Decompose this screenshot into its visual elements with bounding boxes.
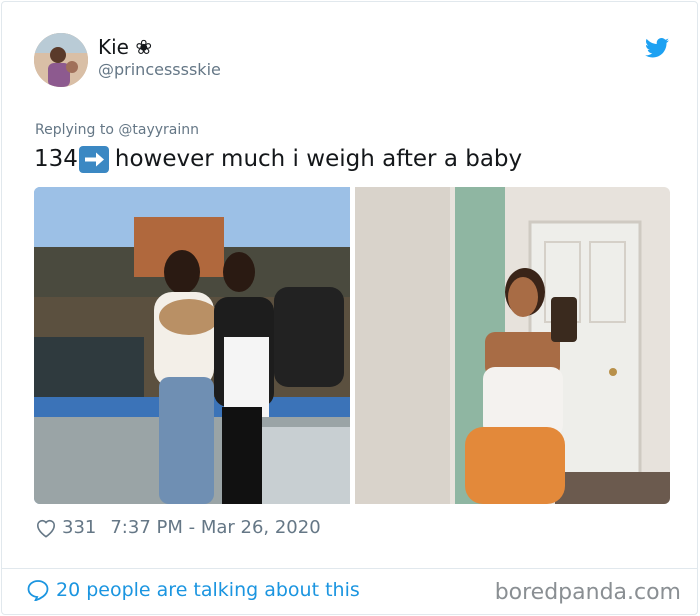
right-arrow-emoji bbox=[78, 146, 109, 173]
speech-bubble-icon bbox=[27, 580, 49, 601]
tweet-text-number: 134 bbox=[34, 145, 78, 172]
timestamp[interactable]: 7:37 PM - Mar 26, 2020 bbox=[110, 517, 320, 538]
watermark-logo: boredpanda.com bbox=[494, 580, 681, 605]
tweet-text: 134 however much i weigh after a baby bbox=[34, 145, 523, 173]
tweet-card: Kie ❀ @princesssskie Replying to @tayyra… bbox=[1, 1, 698, 615]
like-count[interactable]: 331 bbox=[62, 517, 96, 538]
photo-friends[interactable] bbox=[34, 187, 350, 504]
conversation-link[interactable]: 20 people are talking about this bbox=[26, 579, 360, 601]
display-name[interactable]: Kie ❀ bbox=[98, 35, 152, 59]
tweet-stats: 331 7:37 PM - Mar 26, 2020 bbox=[35, 517, 321, 538]
replying-to-link[interactable]: Replying to @tayyrainn bbox=[35, 122, 199, 138]
user-handle[interactable]: @princesssskie bbox=[98, 60, 221, 79]
photo-mirror-selfie[interactable] bbox=[354, 187, 671, 504]
avatar[interactable] bbox=[34, 33, 88, 87]
heart-icon[interactable] bbox=[35, 518, 57, 538]
twitter-bird-icon[interactable] bbox=[645, 38, 669, 58]
divider bbox=[2, 568, 697, 569]
conversation-link-label[interactable]: 20 people are talking about this bbox=[56, 579, 360, 601]
media-grid bbox=[34, 187, 670, 504]
tweet-text-body: however much i weigh after a baby bbox=[114, 145, 523, 172]
